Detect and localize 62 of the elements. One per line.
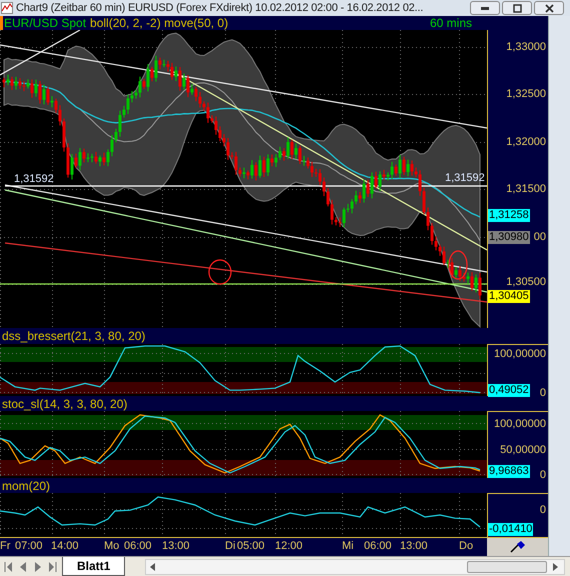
axis-tick-label: 0: [540, 504, 546, 516]
symbol-label: EUR/USD Spot: [4, 16, 86, 30]
time-label: 07:00: [15, 540, 43, 553]
indicator-title: dss_bressert(21, 3, 80, 20): [2, 329, 146, 343]
annotation-circle[interactable]: [448, 250, 468, 280]
price-marker: 1,31258: [488, 209, 530, 222]
vertical-scrollbar[interactable]: [548, 16, 570, 556]
axis-tick-label: 0: [540, 469, 546, 481]
indicator-title: mom(20): [2, 478, 50, 492]
left-arrow-icon[interactable]: [150, 562, 156, 570]
time-label: Mo: [104, 540, 120, 553]
axis-tick-label: 100,00000: [494, 348, 546, 360]
level-label: 1,31592: [445, 172, 485, 184]
price-tick-label: 1,30500: [506, 276, 546, 288]
axis-tick-label: 50,00000: [500, 444, 546, 456]
time-label: Fr: [0, 540, 10, 553]
time-label: 06:00: [124, 540, 152, 553]
flag-icon[interactable]: [510, 541, 526, 553]
time-label: 06:00: [364, 540, 392, 553]
first-icon: [4, 562, 12, 572]
axis-tick-label: 0: [540, 387, 546, 399]
horizontal-scrollbar[interactable]: [145, 558, 566, 574]
price-tick-label: 1,32500: [506, 88, 546, 100]
price-marker: 1,30980: [488, 231, 530, 244]
left-arrow-icon: [20, 562, 26, 572]
study-label: boll(20, 2, -2) move(50, 0): [90, 16, 228, 30]
price-marker: 1,30405: [488, 290, 530, 303]
time-label: Do: [459, 540, 474, 553]
time-label: 05:00: [237, 540, 265, 553]
restore-icon: [512, 4, 522, 12]
time-label: Mi: [342, 540, 354, 553]
window-title: Chart9 (Zeitbar 60 min) EURUSD (Forex FXdirekt) 10.02.2012 02:00 - 16.02.2012 02...: [16, 1, 424, 16]
scroll-thumb[interactable]: [467, 560, 548, 572]
time-label: 12:00: [275, 540, 303, 553]
close-button[interactable]: [534, 1, 564, 15]
time-label: Di: [225, 540, 236, 553]
level-label: 1,31592: [14, 173, 54, 185]
app-icon: [1, 2, 13, 14]
minimize-button[interactable]: [470, 1, 500, 15]
value-marker: 9,96863: [488, 465, 530, 478]
right-arrow-icon: [34, 562, 40, 572]
annotation-circle[interactable]: [208, 259, 232, 285]
value-marker: 0,49052: [488, 384, 530, 397]
sheet-tab[interactable]: Blatt1: [62, 557, 126, 576]
last-icon: [48, 562, 56, 572]
price-tick-label: 1,33000: [506, 41, 546, 53]
time-label: 13:00: [162, 540, 190, 553]
right-arrow-icon[interactable]: [553, 562, 558, 570]
time-label: 13:00: [400, 540, 428, 553]
indicator-title: stoc_sl(14, 3, 3, 80, 20): [2, 396, 128, 410]
maximize-button[interactable]: [502, 1, 532, 15]
price-tick-label: 1,31500: [506, 183, 546, 195]
price-tick-label: 00: [534, 231, 546, 243]
timeframe-label: 60 mins: [430, 16, 472, 30]
horizontal-line[interactable]: [0, 283, 487, 285]
minimize-icon: [481, 6, 489, 10]
time-label: 14:00: [51, 540, 79, 553]
trend-line[interactable]: [4, 242, 487, 303]
close-icon: [544, 4, 554, 12]
axis-tick-label: 100,00000: [494, 418, 546, 430]
value-marker: -0,01410: [488, 523, 534, 536]
price-tick-label: 1,32000: [506, 136, 546, 148]
